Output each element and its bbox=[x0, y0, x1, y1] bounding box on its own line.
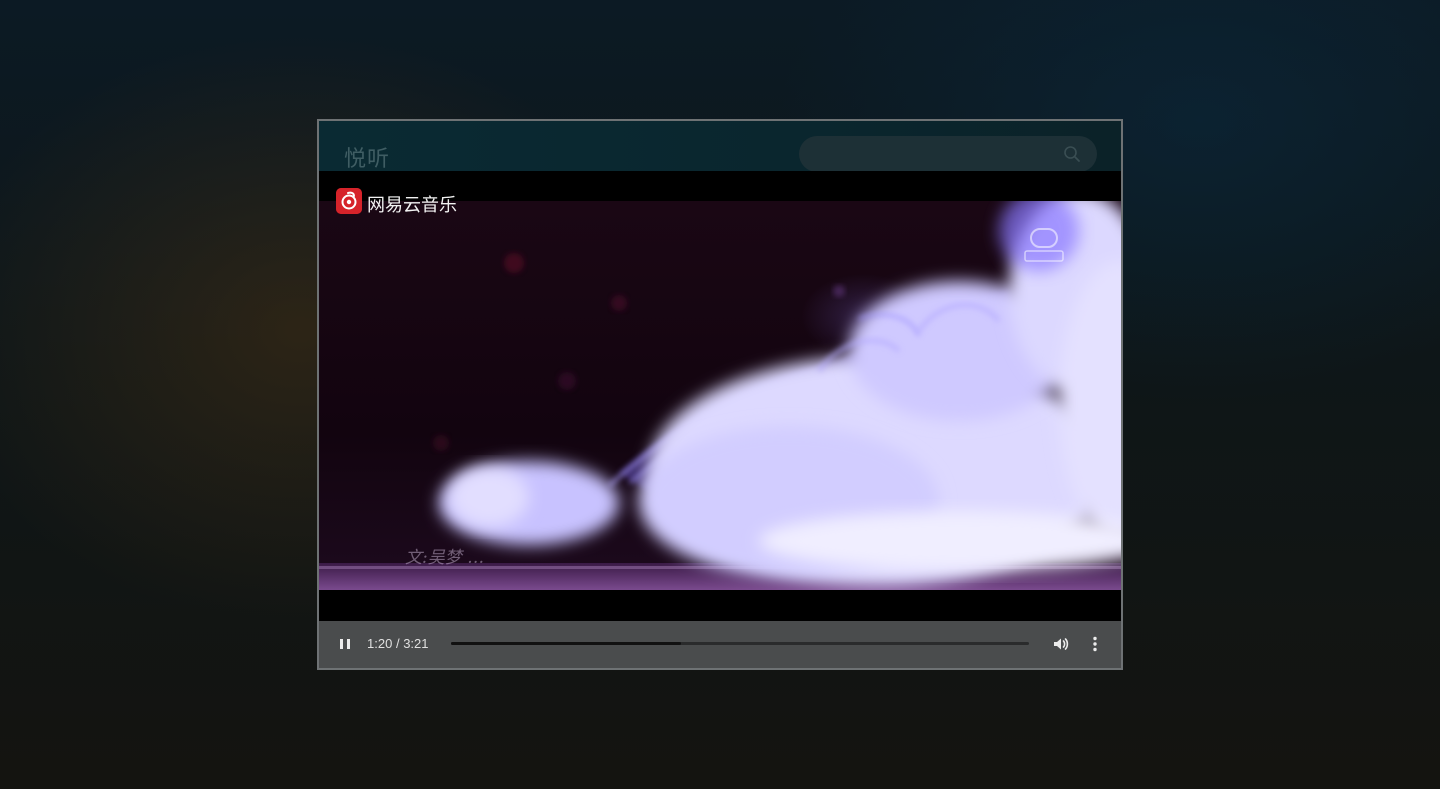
music-player-window: 悦听 文:吴梦 … 网易云音乐 1:20 / 3:21 bbox=[317, 119, 1123, 670]
volume-icon[interactable] bbox=[1051, 634, 1071, 654]
netease-cloud-music-icon bbox=[336, 188, 362, 214]
seek-bar-fill bbox=[451, 642, 682, 645]
search-input[interactable] bbox=[813, 144, 1057, 166]
video-frame[interactable]: 文:吴梦 … bbox=[319, 201, 1121, 590]
search-icon[interactable] bbox=[1063, 145, 1081, 163]
more-vertical-icon[interactable] bbox=[1085, 634, 1105, 654]
app-title: 悦听 bbox=[344, 147, 391, 172]
brand-name: 网易云音乐 bbox=[367, 195, 457, 216]
current-time: 1:20 bbox=[367, 636, 393, 651]
search-box[interactable] bbox=[799, 136, 1097, 172]
seek-bar[interactable] bbox=[451, 642, 1029, 645]
time-display: 1:20 / 3:21 bbox=[367, 636, 429, 651]
app-header: 悦听 bbox=[319, 121, 1121, 172]
lyric-overlay: 文:吴梦 … bbox=[405, 548, 485, 568]
pause-icon[interactable] bbox=[335, 634, 355, 654]
smoke-scene bbox=[319, 201, 1121, 590]
channel-watermark-icon bbox=[1024, 228, 1064, 262]
duration: 3:21 bbox=[403, 636, 429, 651]
video-player[interactable]: 文:吴梦 … 网易云音乐 bbox=[319, 171, 1121, 621]
player-controls: 1:20 / 3:21 bbox=[319, 621, 1121, 668]
time-separator: / bbox=[395, 636, 400, 651]
